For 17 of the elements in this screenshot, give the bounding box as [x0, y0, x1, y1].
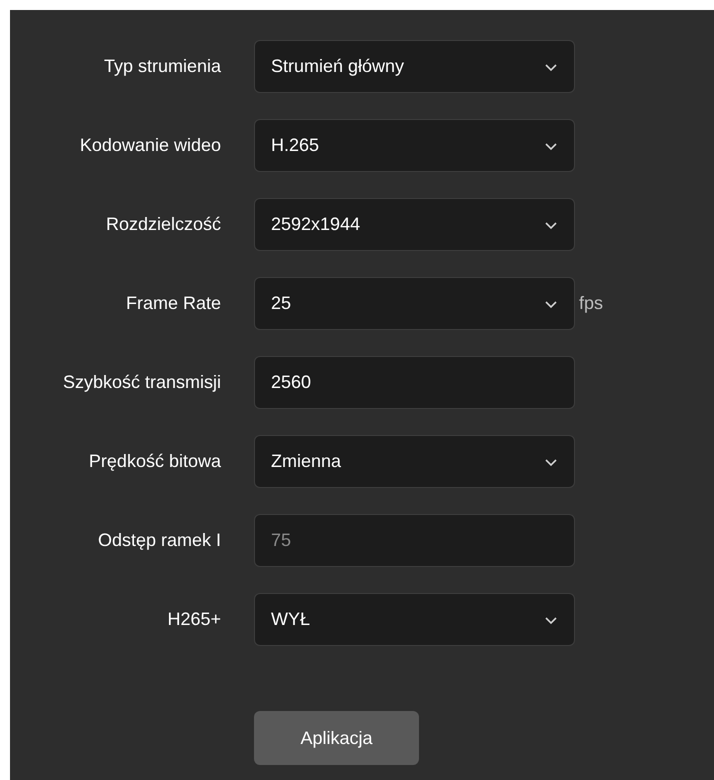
field-label: H265+ — [166, 608, 221, 631]
dropdown[interactable]: 2592x1944 — [254, 198, 575, 251]
dropdown[interactable]: 25 — [254, 277, 575, 330]
apply-button[interactable]: Aplikacja — [254, 711, 419, 765]
field-label: Szybkość transmisji — [62, 371, 221, 394]
field-label: Prędkość bitowa — [88, 450, 221, 473]
dropdown[interactable]: Strumień główny — [254, 40, 575, 93]
unit-label: fps — [579, 292, 604, 315]
dropdown[interactable]: H.265 — [254, 119, 575, 172]
field-label: Frame Rate — [124, 292, 221, 315]
field-label: Kodowanie wideo — [78, 134, 221, 157]
field-label: Odstęp ramek I — [96, 529, 221, 552]
dropdown[interactable]: WYŁ — [254, 593, 575, 646]
text-field[interactable]: 2560 — [254, 356, 575, 409]
dropdown[interactable]: Zmienna — [254, 435, 575, 488]
field-label: Rozdzielczość — [104, 213, 221, 236]
field-label: Typ strumienia — [102, 55, 221, 78]
